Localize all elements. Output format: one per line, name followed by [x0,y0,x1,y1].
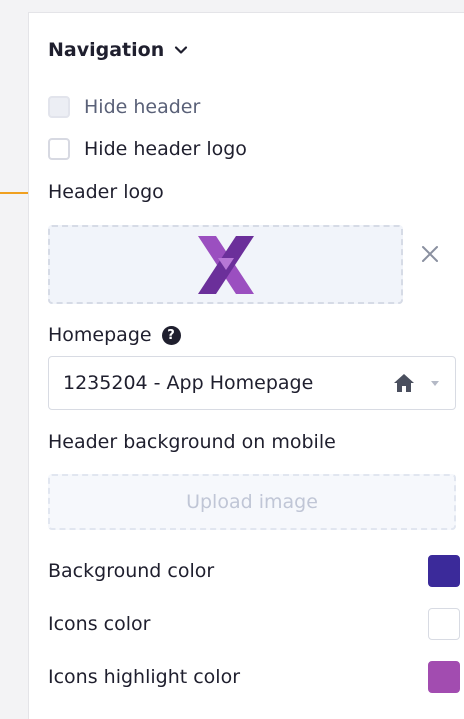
icons-highlight-color-label: Icons highlight color [48,666,241,688]
homepage-label-text: Homepage [48,324,152,346]
hide-header-option[interactable]: Hide header [48,96,200,118]
help-icon[interactable]: ? [161,325,181,345]
icons-color-label: Icons color [48,613,151,635]
navigation-settings-panel: Navigation Hide header Hide header logo … [28,12,464,719]
mobile-background-label: Header background on mobile [48,431,336,453]
app-logo [197,235,254,294]
homepage-select-value: 1235204 - App Homepage [63,372,314,394]
home-icon [394,374,414,392]
navigation-section-header[interactable]: Navigation [48,39,190,61]
icons-color-swatch[interactable] [428,608,460,640]
hide-header-label: Hide header [84,96,201,118]
background-color-swatch[interactable] [428,555,460,587]
header-logo-label: Header logo [48,181,164,203]
remove-logo-close-icon[interactable] [419,243,441,265]
hide-header-checkbox[interactable] [48,96,70,118]
homepage-select[interactable]: 1235204 - App Homepage [48,356,456,410]
hide-header-logo-option[interactable]: Hide header logo [48,138,247,160]
section-title: Navigation [48,39,165,61]
icons-highlight-color-swatch[interactable] [428,661,460,693]
hide-header-logo-checkbox[interactable] [48,138,70,160]
homepage-label: Homepage ? [48,324,181,346]
background-color-label: Background color [48,560,215,582]
background-color-row: Background color [48,555,460,587]
hide-header-logo-label: Hide header logo [84,138,247,160]
caret-down-icon [431,381,439,386]
icons-color-row: Icons color [48,608,460,640]
header-logo-dropzone[interactable] [48,225,403,304]
chevron-down-icon [175,46,188,54]
upload-image-button[interactable]: Upload image [48,474,456,530]
icons-highlight-color-row: Icons highlight color [48,661,460,693]
